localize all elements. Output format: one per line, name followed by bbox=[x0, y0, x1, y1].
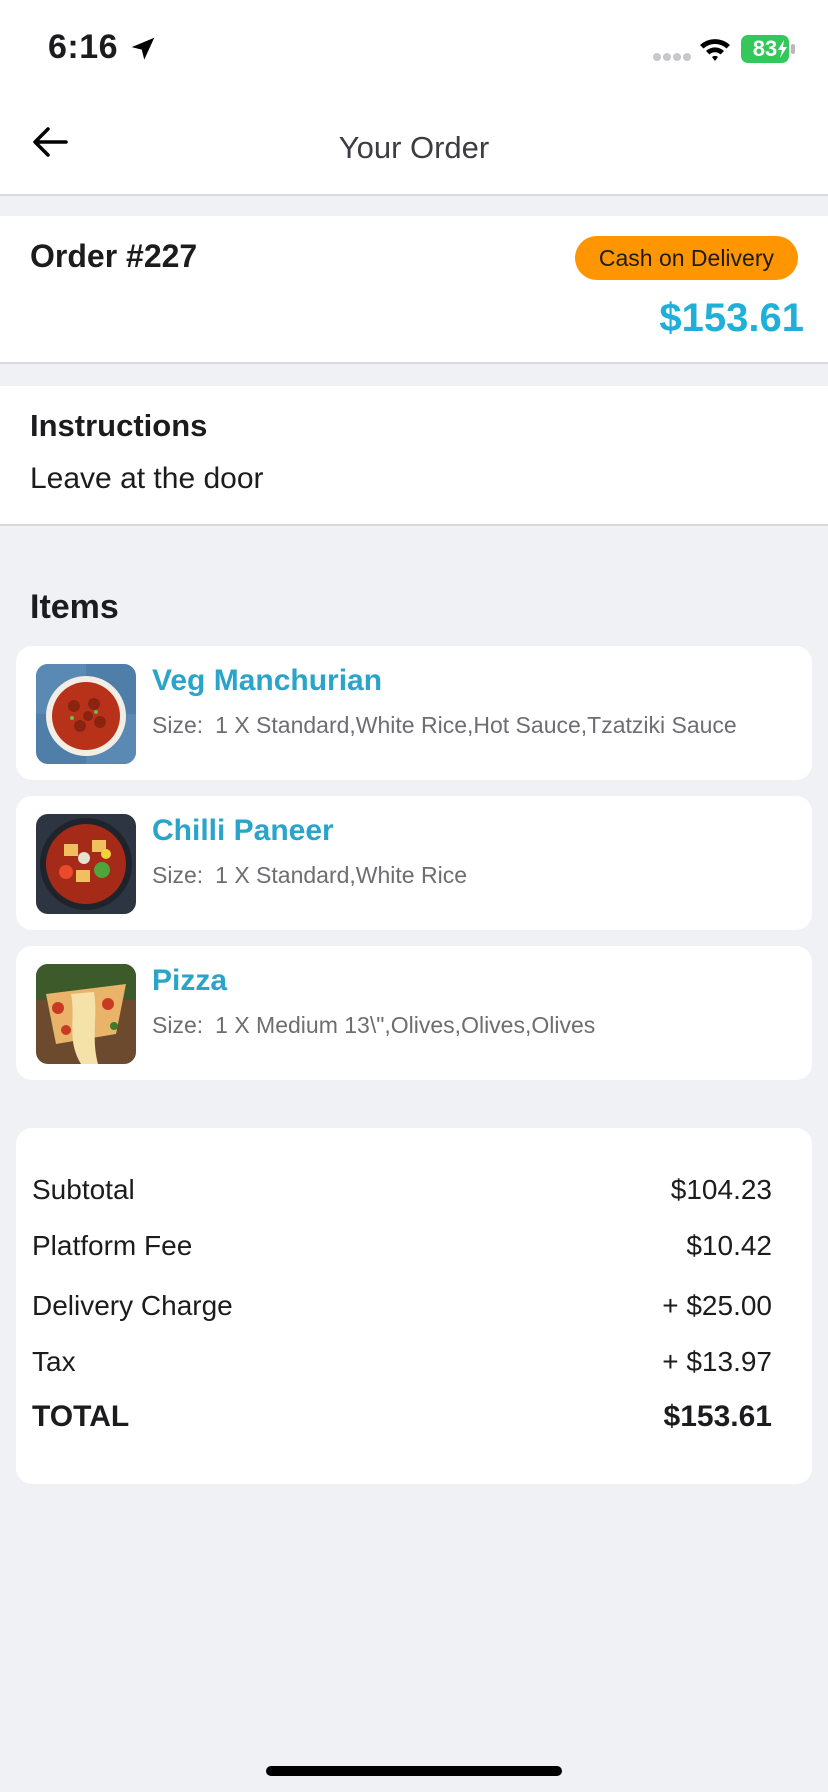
pizza-photo bbox=[36, 964, 136, 1064]
page-title: Your Order bbox=[338, 130, 490, 165]
instructions-card: Instructions Leave at the door bbox=[0, 386, 828, 526]
home-indicator[interactable] bbox=[266, 1766, 562, 1776]
items-heading: Items bbox=[30, 588, 119, 626]
platform-fee-value: $10.42 bbox=[686, 1230, 772, 1261]
item-size-label: Size: bbox=[152, 862, 204, 888]
chilli-paneer-photo bbox=[36, 814, 136, 914]
order-total: $153.61 bbox=[659, 296, 804, 340]
total-row: TOTAL $153.61 bbox=[32, 1400, 772, 1440]
item-name: Chilli Paneer bbox=[152, 814, 334, 847]
item-size: Size: 1 X Medium 13\",Olives,Olives,Olive… bbox=[152, 1012, 595, 1039]
signal-icon bbox=[653, 53, 691, 61]
status-time: 6:16 bbox=[48, 28, 119, 66]
tax-label: Tax bbox=[32, 1346, 76, 1377]
order-item[interactable]: Chilli Paneer Size: 1 X Standard,White Ri… bbox=[16, 796, 812, 930]
order-number: Order #227 bbox=[30, 238, 198, 274]
delivery-charge-label: Delivery Charge bbox=[32, 1290, 233, 1321]
nav-bar: Your Order bbox=[0, 98, 828, 196]
battery-level: 83 bbox=[752, 36, 778, 61]
item-size: Size: 1 X Standard,White Rice,Hot Sauce,T… bbox=[152, 712, 737, 739]
item-name: Veg Manchurian bbox=[152, 664, 383, 697]
delivery-charge-value: + $25.00 bbox=[662, 1290, 772, 1321]
tax-value: + $13.97 bbox=[662, 1346, 772, 1377]
status-bar: 6:16 83 bbox=[0, 0, 828, 98]
item-size-value: 1 X Standard,White Rice bbox=[215, 862, 467, 888]
total-label: TOTAL bbox=[32, 1400, 130, 1433]
delivery-charge-row: Delivery Charge + $25.00 bbox=[32, 1290, 772, 1330]
item-size-label: Size: bbox=[152, 1012, 204, 1038]
location-arrow-icon bbox=[131, 37, 155, 60]
subtotal-row: Subtotal $104.23 bbox=[32, 1174, 772, 1214]
platform-fee-label: Platform Fee bbox=[32, 1230, 193, 1261]
item-size: Size: 1 X Standard,White Rice bbox=[152, 862, 467, 889]
wifi-icon bbox=[700, 39, 730, 61]
veg-manchurian-photo bbox=[36, 664, 136, 764]
item-name: Pizza bbox=[152, 964, 228, 997]
order-header-card: Order #227 Cash on Delivery $153.61 bbox=[0, 216, 828, 364]
item-size-label: Size: bbox=[152, 712, 204, 738]
item-size-value: 1 X Standard,White Rice,Hot Sauce,Tzatzi… bbox=[215, 712, 737, 738]
subtotal-value: $104.23 bbox=[670, 1174, 772, 1205]
order-item[interactable]: Pizza Size: 1 X Medium 13\",Olives,Olives… bbox=[16, 946, 812, 1080]
payment-method-badge: Cash on Delivery bbox=[574, 236, 798, 280]
platform-fee-row: Platform Fee $10.42 bbox=[32, 1230, 772, 1270]
subtotal-label: Subtotal bbox=[32, 1174, 135, 1205]
tax-row: Tax + $13.97 bbox=[32, 1346, 772, 1386]
instructions-text: Leave at the door bbox=[30, 462, 264, 495]
order-item[interactable]: Veg Manchurian Size: 1 X Standard,White R… bbox=[16, 646, 812, 780]
price-summary-card: Subtotal $104.23 Platform Fee $10.42 Del… bbox=[16, 1128, 812, 1484]
instructions-heading: Instructions bbox=[30, 408, 208, 443]
item-size-value: 1 X Medium 13\",Olives,Olives,Olives bbox=[215, 1012, 596, 1038]
total-value: $153.61 bbox=[663, 1400, 772, 1433]
